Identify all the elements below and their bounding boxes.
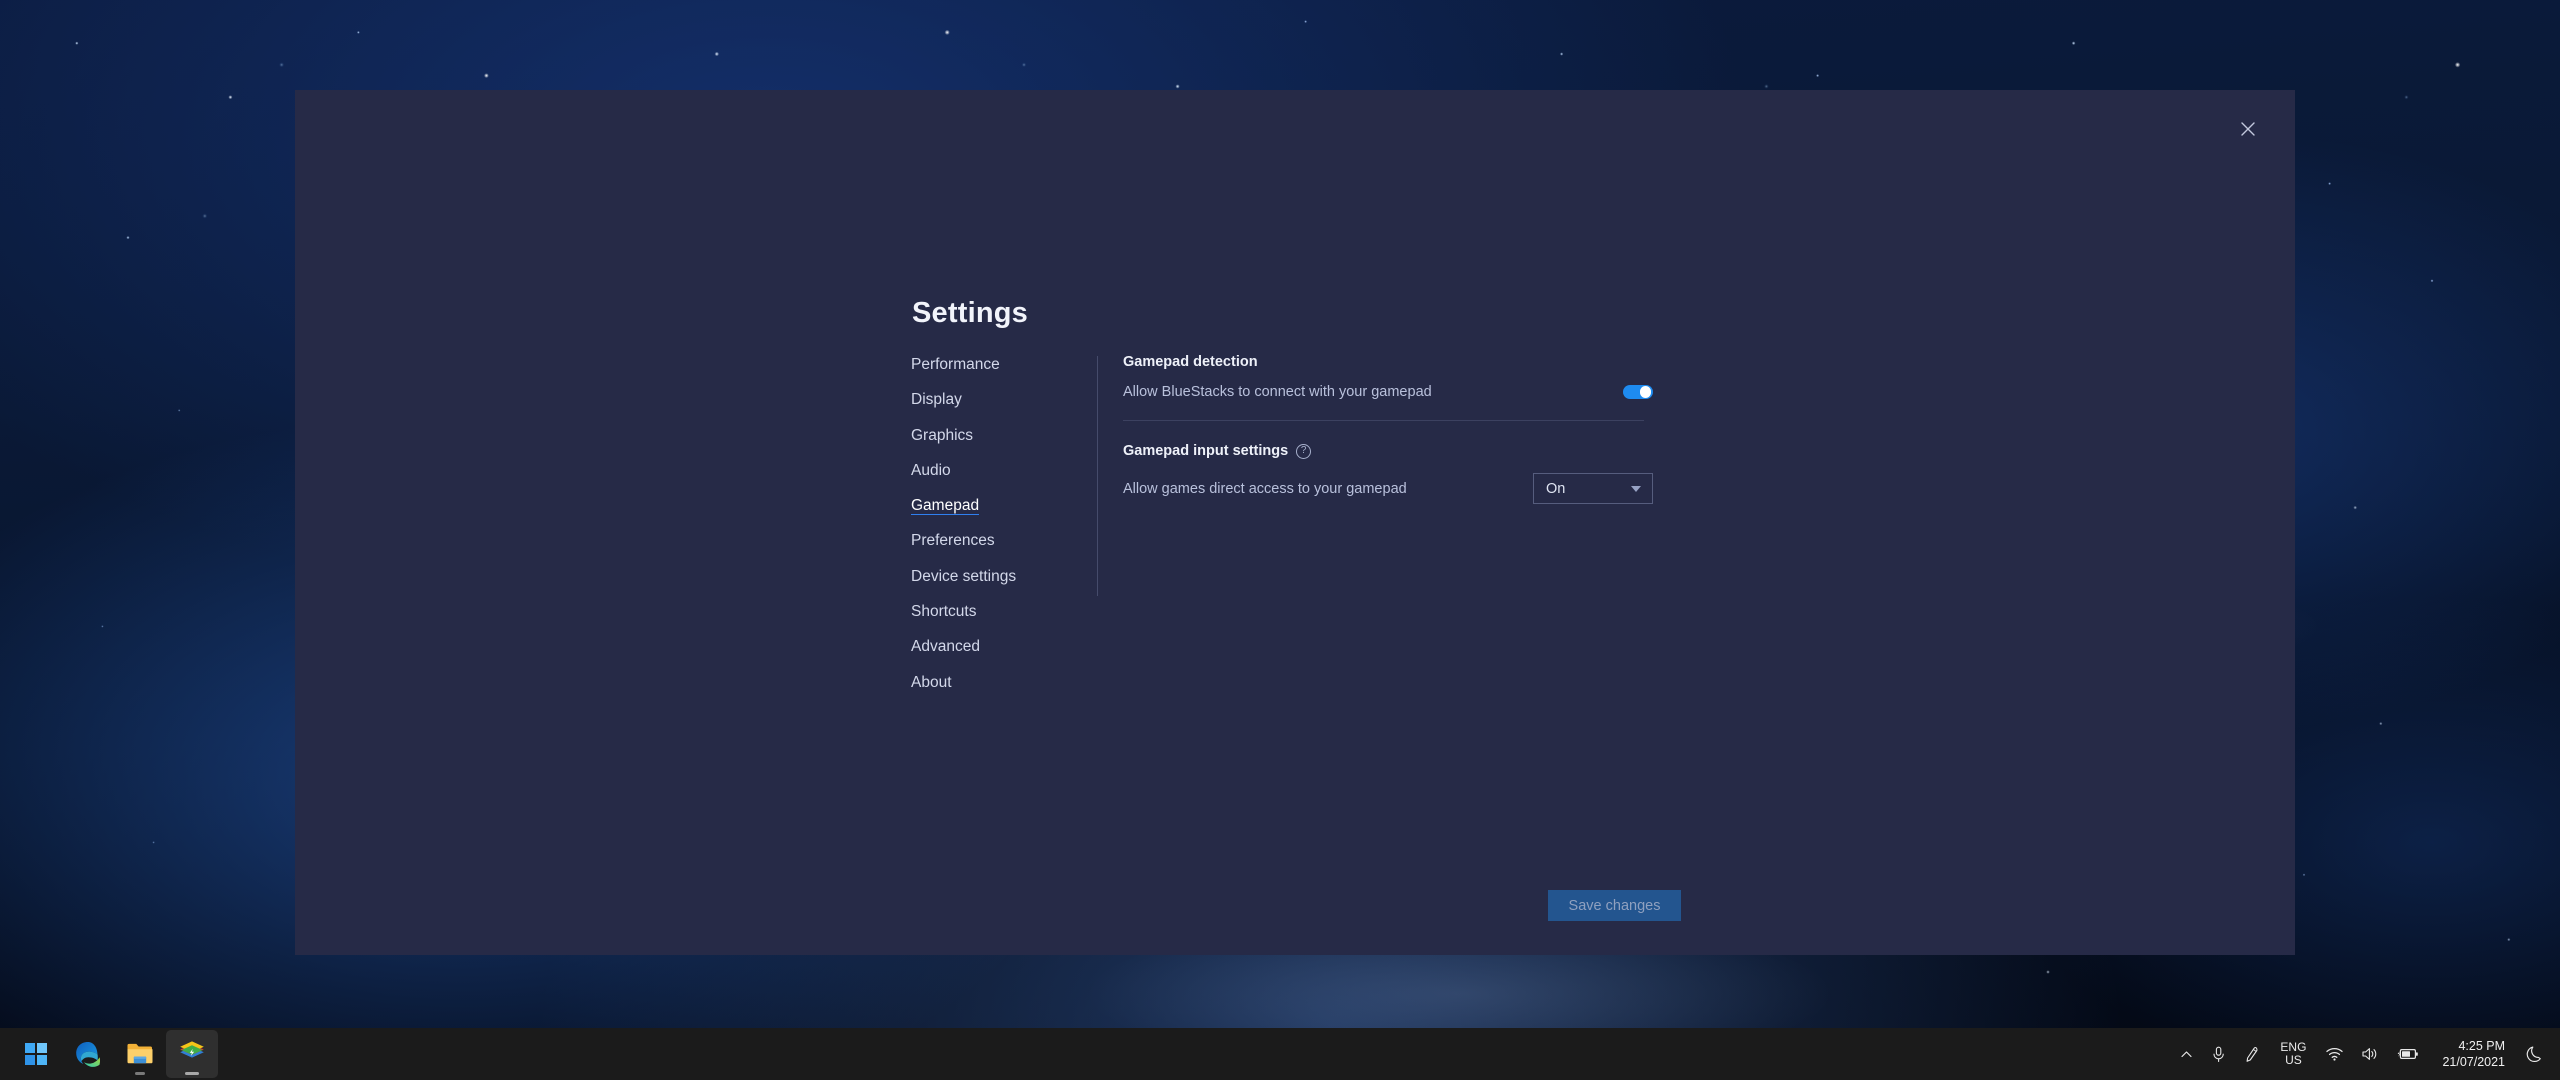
help-circle-icon[interactable]: ? — [1296, 443, 1312, 459]
windows-taskbar: ENG US 4:25 PM 21/07/2021 — [0, 1028, 2560, 1080]
start-button[interactable] — [10, 1030, 62, 1078]
running-indicator — [185, 1072, 199, 1075]
wifi-icon[interactable] — [2317, 1028, 2352, 1080]
chevron-down-icon — [1631, 485, 1641, 492]
gamepad-detection-toggle[interactable] — [1623, 384, 1653, 400]
sidebar-item-performance[interactable]: Performance — [911, 355, 1000, 374]
sidebar-item-device-settings[interactable]: Device settings — [911, 567, 1016, 586]
section-title: Gamepad input settings ? — [1123, 443, 1653, 459]
running-indicator — [135, 1072, 145, 1075]
gamepad-input-row: Allow games direct access to your gamepa… — [1123, 473, 1653, 504]
gamepad-input-dropdown[interactable]: On — [1533, 473, 1653, 504]
language-indicator[interactable]: ENG US — [2269, 1028, 2317, 1080]
sidebar-item-about[interactable]: About — [911, 673, 952, 692]
language-primary: ENG — [2280, 1039, 2307, 1054]
settings-sidebar: Performance Display Graphics Audio Gamep… — [911, 355, 1091, 708]
dropdown-selected-value: On — [1546, 480, 1566, 497]
gamepad-detection-label: Allow BlueStacks to connect with your ga… — [1123, 384, 1432, 400]
taskbar-app-list — [10, 1030, 218, 1078]
gamepad-input-label: Allow games direct access to your gamepa… — [1123, 480, 1407, 497]
tray-time: 4:25 PM — [2458, 1038, 2505, 1053]
save-changes-button[interactable]: Save changes — [1548, 890, 1681, 921]
moon-icon[interactable] — [2517, 1028, 2552, 1080]
sidebar-content-divider — [1097, 356, 1098, 596]
section-divider — [1123, 420, 1644, 421]
sidebar-item-display[interactable]: Display — [911, 390, 962, 409]
section-title: Gamepad detection — [1123, 354, 1653, 370]
pen-icon[interactable] — [2235, 1028, 2269, 1080]
section-title-label: Gamepad detection — [1123, 354, 1258, 370]
gamepad-detection-row: Allow BlueStacks to connect with your ga… — [1123, 384, 1653, 400]
system-tray: ENG US 4:25 PM 21/07/2021 — [2171, 1028, 2560, 1080]
toggle-knob — [1640, 386, 1652, 398]
sidebar-item-shortcuts[interactable]: Shortcuts — [911, 602, 976, 621]
settings-content-pane: Gamepad detection Allow BlueStacks to co… — [1123, 354, 1653, 504]
sidebar-item-graphics[interactable]: Graphics — [911, 426, 973, 445]
file-explorer-icon[interactable] — [114, 1030, 166, 1078]
microphone-icon[interactable] — [2202, 1028, 2235, 1080]
page-title: Settings — [912, 297, 1028, 329]
battery-charging-icon[interactable] — [2388, 1028, 2428, 1080]
sidebar-item-preferences[interactable]: Preferences — [911, 531, 995, 550]
bluestacks-icon[interactable] — [166, 1030, 218, 1078]
section-gamepad-input-settings: Gamepad input settings ? Allow games dir… — [1123, 443, 1653, 504]
language-secondary: US — [2285, 1053, 2302, 1067]
speaker-icon[interactable] — [2352, 1028, 2388, 1080]
section-title-label: Gamepad input settings — [1123, 443, 1289, 459]
sidebar-item-advanced[interactable]: Advanced — [911, 637, 980, 656]
tray-date: 21/07/2021 — [2442, 1055, 2505, 1069]
bluestacks-settings-window: Settings Performance Display Graphics Au… — [295, 90, 2295, 955]
close-icon[interactable] — [2231, 112, 2265, 146]
clock-and-date[interactable]: 4:25 PM 21/07/2021 — [2428, 1028, 2517, 1080]
sidebar-item-gamepad[interactable]: Gamepad — [911, 496, 980, 516]
sidebar-item-audio[interactable]: Audio — [911, 461, 951, 480]
section-gamepad-detection: Gamepad detection Allow BlueStacks to co… — [1123, 354, 1653, 400]
edge-browser-icon[interactable] — [62, 1030, 114, 1078]
chevron-up-icon[interactable] — [2171, 1028, 2202, 1080]
